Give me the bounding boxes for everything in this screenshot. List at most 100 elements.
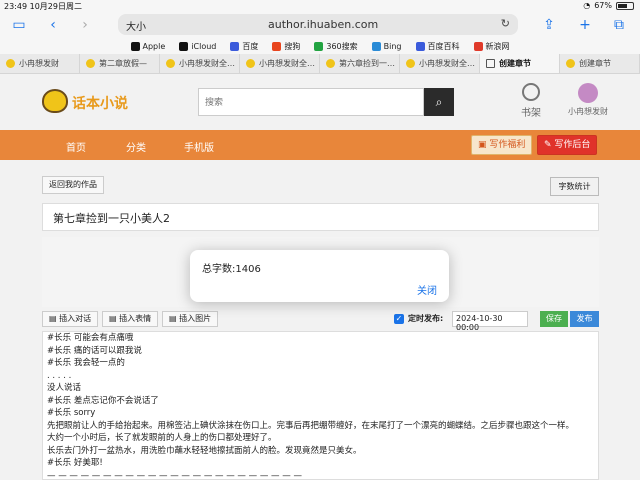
writing-backend-button[interactable]: ✎ 写作后台 bbox=[537, 135, 598, 155]
editor-line: #长乐 我会轻一点的 bbox=[47, 358, 125, 368]
editor-line: #长乐 sorry bbox=[47, 408, 96, 418]
favorite-item[interactable]: Bing bbox=[371, 38, 402, 54]
insert-image-button[interactable]: ▤ 插入图片 bbox=[162, 311, 219, 327]
checkbox-checked-icon[interactable]: ✓ bbox=[394, 313, 404, 324]
user-profile[interactable]: 小冉想发财 bbox=[558, 83, 618, 117]
emoji-icon: ▤ bbox=[109, 314, 120, 323]
favorite-icon bbox=[230, 41, 240, 51]
favorite-item[interactable]: 360搜索 bbox=[314, 38, 358, 54]
main-nav: 首页 分类 手机版 ▣ 写作福利 ✎ 写作后台 bbox=[0, 130, 640, 160]
nav-home[interactable]: 首页 bbox=[66, 139, 86, 154]
nav-mobile[interactable]: 手机版 bbox=[184, 139, 214, 154]
browser-tab[interactable]: 小冉想发财全… bbox=[400, 54, 480, 73]
word-count-message: 总字数:1406 bbox=[202, 264, 261, 275]
save-button[interactable]: 保存 bbox=[540, 311, 568, 327]
writing-backend-label: 写作后台 bbox=[554, 140, 591, 150]
tab-close-icon[interactable] bbox=[486, 59, 495, 68]
browser-tab-label: 小冉想发财 bbox=[19, 59, 59, 68]
tabs-overview-icon[interactable]: ⧉ bbox=[610, 16, 628, 34]
favorite-item[interactable]: Apple bbox=[130, 38, 165, 54]
editor-line: 没人说话 bbox=[47, 383, 82, 393]
forward-icon[interactable]: › bbox=[76, 16, 94, 34]
favorite-icon bbox=[272, 41, 282, 51]
reload-icon[interactable]: ↻ bbox=[501, 17, 510, 30]
favorite-icon bbox=[179, 41, 189, 51]
url-bar[interactable]: 大小 author.ihuaben.com ↻ bbox=[118, 14, 518, 35]
dialog-close-button[interactable]: 关闭 bbox=[417, 282, 437, 297]
chapter-title-input[interactable]: 第七章捡到一只小美人2 bbox=[42, 203, 599, 231]
nav-category[interactable]: 分类 bbox=[126, 139, 146, 154]
share-icon[interactable]: ⇪ bbox=[540, 16, 558, 34]
editor-line: #长乐 可能会有点痛哦 bbox=[47, 333, 134, 343]
battery-icon bbox=[616, 1, 634, 10]
tab-favicon-icon bbox=[566, 59, 575, 68]
tab-favicon-icon bbox=[246, 59, 255, 68]
favorite-item[interactable]: 百度 bbox=[230, 38, 258, 54]
favorite-icon bbox=[415, 41, 425, 51]
bookshelf-link[interactable]: 书架 bbox=[520, 83, 542, 119]
search-button[interactable]: ⌕ bbox=[424, 88, 454, 116]
browser-toolbar: ▭ ‹ › 大小 author.ihuaben.com ↻ ⇪ + ⧉ bbox=[0, 12, 640, 38]
favorite-item[interactable]: 新浪网 bbox=[473, 38, 510, 54]
browser-tab[interactable]: 小冉想发财 bbox=[0, 54, 80, 73]
browser-tab[interactable]: 小冉想发财全… bbox=[240, 54, 320, 73]
favorite-icon bbox=[473, 41, 483, 51]
favorite-icon bbox=[130, 41, 140, 51]
schedule-date-input[interactable]: 2024-10-30 00:00 bbox=[452, 311, 528, 332]
browser-tab-label: 小冉想发财全… bbox=[179, 59, 235, 68]
favorite-label: 百度百科 bbox=[427, 41, 460, 51]
publish-button[interactable]: 发布 bbox=[570, 311, 599, 327]
insert-dialogue-button[interactable]: ▤ 插入对话 bbox=[42, 311, 99, 327]
sidebar-icon[interactable]: ▭ bbox=[10, 16, 28, 34]
reader-size-text[interactable]: 大小 bbox=[126, 18, 146, 33]
dialogue-icon: ▤ bbox=[49, 314, 60, 323]
back-to-works-button[interactable]: 返回我的作品 bbox=[42, 176, 104, 194]
browser-tab[interactable]: 小冉想发财全… bbox=[160, 54, 240, 73]
search-icon: ⌕ bbox=[435, 95, 443, 109]
wifi-icon: ◔ bbox=[583, 1, 591, 10]
back-icon[interactable]: ‹ bbox=[44, 16, 62, 34]
status-bar: 23:49 10月29日周二 ◔ 67% bbox=[0, 0, 640, 12]
browser-tab-label: 创建章节 bbox=[579, 59, 611, 68]
new-tab-icon[interactable]: + bbox=[576, 16, 594, 34]
browser-tab[interactable]: 第六章捡到一… bbox=[320, 54, 400, 73]
favorite-label: 新浪网 bbox=[485, 41, 510, 51]
bookshelf-label: 书架 bbox=[521, 108, 541, 119]
insert-dialogue-label: 插入对话 bbox=[59, 314, 92, 323]
url-text[interactable]: author.ihuaben.com bbox=[268, 18, 378, 31]
chapter-content-editor[interactable]: #长乐 可能会有点痛哦 #长乐 痛的话可以跟我说 #长乐 我会轻一点的 . . . .… bbox=[42, 331, 599, 480]
favorite-item[interactable]: iCloud bbox=[179, 38, 216, 54]
scheduled-publish[interactable]: ✓ 定时发布: bbox=[394, 313, 443, 324]
writing-welfare-button[interactable]: ▣ 写作福利 bbox=[471, 135, 533, 155]
site-header: 话本小说 ⌕ 书架 小冉想发财 bbox=[0, 75, 640, 130]
search-field[interactable] bbox=[198, 88, 424, 116]
status-time: 23:49 10月29日周二 bbox=[4, 2, 82, 11]
browser-tab[interactable]: 创建章节 bbox=[480, 54, 560, 73]
favorite-item[interactable]: 搜狗 bbox=[272, 38, 300, 54]
favorite-icon bbox=[371, 41, 381, 51]
browser-tab[interactable]: 第二章放假— bbox=[80, 54, 160, 73]
editor-line: . . . . . bbox=[47, 370, 72, 381]
image-icon: ▤ bbox=[169, 314, 180, 323]
mascot-icon bbox=[42, 89, 68, 113]
tab-favicon-icon bbox=[86, 59, 95, 68]
word-count-button[interactable]: 字数统计 bbox=[550, 177, 599, 196]
favorite-label: 百度 bbox=[242, 41, 259, 51]
bookshelf-icon bbox=[522, 83, 540, 101]
writing-welfare-label: 写作福利 bbox=[489, 140, 526, 150]
insert-emoji-button[interactable]: ▤ 插入表情 bbox=[102, 311, 159, 327]
favorite-item[interactable]: 百度百科 bbox=[415, 38, 460, 54]
tab-strip: 小冉想发财 第二章放假— 小冉想发财全… 小冉想发财全… 第六章捡到一… 小冉想发财全… 创… bbox=[0, 54, 640, 74]
logo-text: 话本小说 bbox=[72, 96, 128, 112]
site-logo[interactable]: 话本小说 bbox=[42, 89, 142, 115]
user-name: 小冉想发财 bbox=[568, 107, 608, 116]
favorite-label: iCloud bbox=[191, 41, 217, 51]
search-input[interactable] bbox=[199, 89, 423, 115]
editor-line: #长乐 痛的话可以跟我说 bbox=[47, 345, 142, 356]
editor-line: — — — — — — — — — — — — — — — — — — — — … bbox=[47, 470, 302, 480]
favorites-bar: Apple iCloud 百度 搜狗 360搜索 Bing 百度百科 新浪网 bbox=[0, 38, 640, 54]
browser-tab[interactable]: 创建章节 bbox=[560, 54, 640, 73]
insert-emoji-label: 插入表情 bbox=[119, 314, 152, 323]
scheduled-publish-label: 定时发布: bbox=[408, 314, 444, 323]
tab-favicon-icon bbox=[326, 59, 335, 68]
